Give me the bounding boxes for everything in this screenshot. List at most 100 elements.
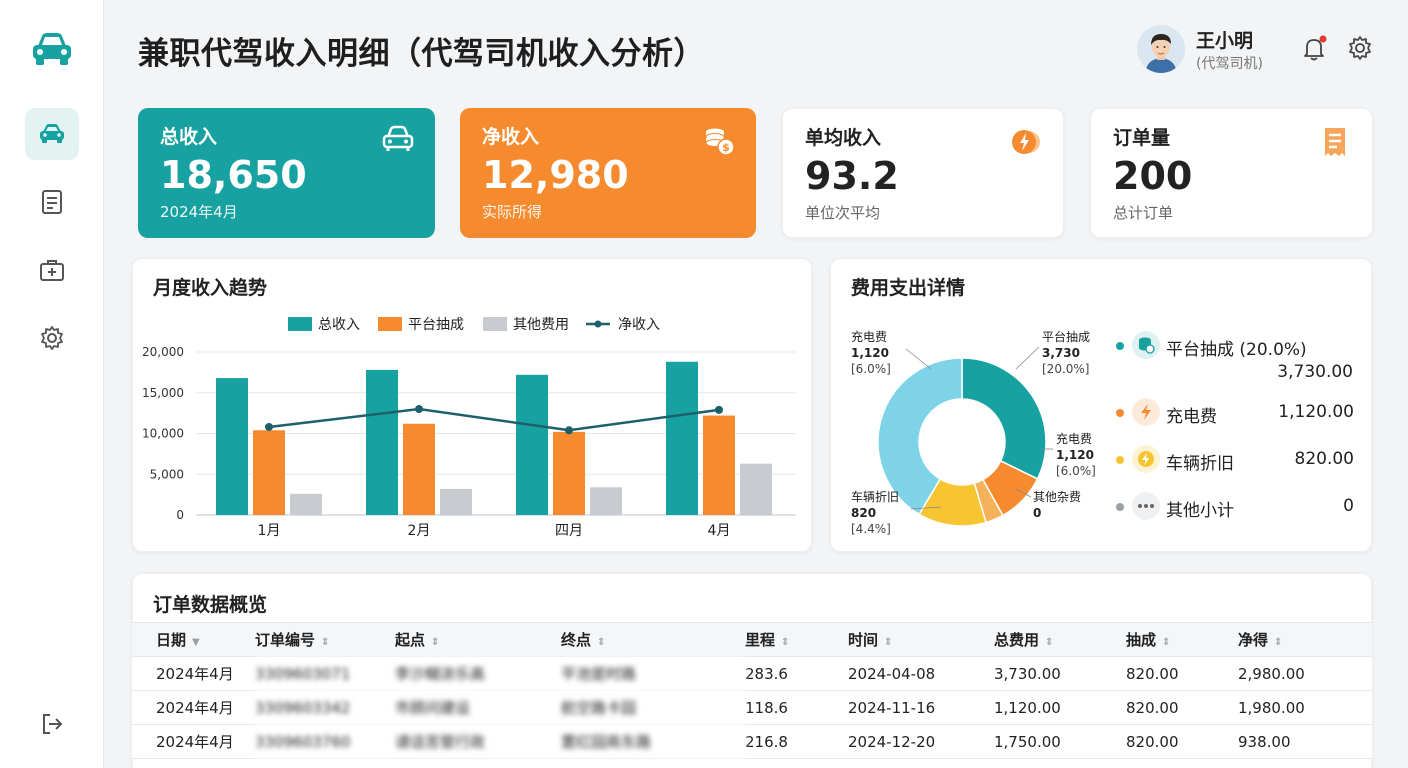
svg-text:$: $ <box>722 141 730 154</box>
sidebar-item-documents[interactable] <box>25 176 79 228</box>
stat-value: 93.2 <box>805 154 899 198</box>
orders-title: 订单数据概览 <box>153 594 268 616</box>
expense-value: 3,730.00 <box>1277 362 1353 382</box>
stat-value: 200 <box>1113 154 1193 198</box>
cell-time: 2024-11-16 <box>848 690 994 725</box>
bar-平台抽成[interactable] <box>553 431 585 515</box>
stat-value: 12,980 <box>482 153 629 197</box>
line-point[interactable] <box>265 422 273 431</box>
gear-icon <box>41 326 63 350</box>
cell-total: 3,730.00 <box>994 656 1126 691</box>
logout-button[interactable] <box>25 698 79 750</box>
expense-value: 0 <box>1343 496 1354 516</box>
column-header-net[interactable]: 净得 ⇕ <box>1238 622 1372 657</box>
database-coin-icon <box>1132 331 1160 359</box>
expense-item-depreciation[interactable]: 车辆折旧 820.00 <box>1114 444 1354 476</box>
cell-time: 2024-12-20 <box>848 724 994 759</box>
bar-其他费用[interactable] <box>590 487 622 515</box>
column-header-date[interactable]: 日期 ▼ <box>132 622 255 657</box>
legend-dot <box>1116 503 1124 511</box>
bar-总收入[interactable] <box>216 378 248 515</box>
avatar[interactable] <box>1137 25 1185 73</box>
line-point[interactable] <box>565 426 573 435</box>
bar-平台抽成[interactable] <box>253 430 285 515</box>
stat-card-avg-income[interactable]: 单均收入 93.2 单位次平均 <box>782 108 1064 238</box>
stat-card-net-income[interactable]: 净收入 12,980 实际所得 $ <box>460 108 756 238</box>
column-header-commission[interactable]: 抽成 ⇕ <box>1126 622 1238 657</box>
column-header-end[interactable]: 终点 ⇕ <box>561 622 745 657</box>
bar-其他费用[interactable] <box>740 463 772 515</box>
sidebar-item-kit[interactable] <box>25 244 79 296</box>
notification-bell-button[interactable] <box>1300 34 1328 62</box>
logout-icon <box>43 714 63 734</box>
expense-value: 1,120.00 <box>1278 402 1354 422</box>
cell-end: 航空路卡园 <box>561 690 745 725</box>
callout-line <box>1015 346 1040 370</box>
cell-order-id: 3309603342 <box>255 690 395 725</box>
cell-distance: 118.6 <box>745 690 848 725</box>
cell-total: 1,750.00 <box>994 724 1126 759</box>
cell-net: 1,980.00 <box>1238 690 1372 725</box>
more-dots-icon <box>1132 492 1160 520</box>
expense-label: 平台抽成 (20.0%) <box>1166 340 1307 360</box>
stat-title: 订单量 <box>1113 127 1171 149</box>
x-tick-label: 2月 <box>408 523 431 539</box>
cell-commission: 820.00 <box>1126 690 1238 725</box>
column-header-total[interactable]: 总费用 ⇕ <box>994 622 1126 657</box>
column-header-distance[interactable]: 里程 ⇕ <box>745 622 848 657</box>
page-title: 兼职代驾收入明细（代驾司机收入分析） <box>138 36 705 72</box>
cell-start: 市顾问建设 <box>395 690 561 725</box>
donut-slice-平台抽成[interactable] <box>961 357 1047 480</box>
expense-item-charging[interactable]: 充电费 1,120.00 <box>1114 397 1354 429</box>
document-icon <box>42 190 62 214</box>
lightning-coin-icon <box>1009 125 1043 159</box>
stat-value: 18,650 <box>160 153 307 197</box>
y-tick-label: 0 <box>176 508 184 522</box>
donut-label-pct: [6.0%] <box>1056 464 1096 478</box>
donut-label-name: 充电费 <box>1056 431 1092 446</box>
bar-平台抽成[interactable] <box>403 423 435 515</box>
cell-distance: 216.8 <box>745 724 848 759</box>
bar-其他费用[interactable] <box>440 488 472 515</box>
expense-item-platform[interactable]: 平台抽成 (20.0%) <box>1114 330 1354 362</box>
expense-label: 车辆折旧 <box>1166 454 1234 474</box>
y-tick-label: 20,000 <box>142 345 184 359</box>
line-point[interactable] <box>415 405 423 414</box>
sort-icon: ⇕ <box>1274 637 1283 648</box>
expense-item-other[interactable]: 其他小计 0 <box>1114 491 1354 523</box>
stat-card-total-income[interactable]: 总收入 18,650 2024年4月 <box>138 108 435 238</box>
bar-平台抽成[interactable] <box>703 415 735 515</box>
x-tick-label: 4月 <box>708 523 731 539</box>
column-header-time[interactable]: 时间 ⇕ <box>848 622 994 657</box>
line-point[interactable] <box>715 405 723 414</box>
bar-总收入[interactable] <box>516 374 548 515</box>
sidebar-item-settings[interactable] <box>25 312 79 364</box>
table-row[interactable]: 2024年4月 3309603342 市顾问建设 航空路卡园 118.6 202… <box>132 690 1372 725</box>
cell-time: 2024-04-08 <box>848 656 994 691</box>
trend-panel: 月度收入趋势 0 5,000 10,000 15,000 20,000 总收入 平台抽成 其他… <box>132 258 812 552</box>
bar-总收入[interactable] <box>666 361 698 515</box>
settings-button[interactable] <box>1347 35 1375 63</box>
column-header-start[interactable]: 起点 ⇕ <box>395 622 561 657</box>
donut-label-name: 充电费 <box>851 329 887 344</box>
table-row[interactable]: 2024年4月 3309603071 李沙糊涂乐高 平池是时路 283.6 20… <box>132 656 1372 691</box>
bar-其他费用[interactable] <box>290 493 322 515</box>
legend-swatch-dot <box>594 320 602 328</box>
user-role: (代驾司机) <box>1196 56 1263 72</box>
table-row[interactable]: 2024年4月 3309603760 请话苦管行政 置红园商东路 216.8 2… <box>132 724 1372 759</box>
column-header-order-id[interactable]: 订单编号 ⇕ <box>255 622 395 657</box>
cell-date: 2024年4月 <box>132 690 255 725</box>
cell-start: 请话苦管行政 <box>395 724 561 759</box>
donut-label-value: 3,730 <box>1042 346 1080 360</box>
stat-card-order-count[interactable]: 订单量 200 总计订单 <box>1090 108 1373 238</box>
y-tick-label: 15,000 <box>142 386 184 400</box>
cell-date: 2024年4月 <box>132 656 255 691</box>
bar-总收入[interactable] <box>366 369 398 515</box>
x-tick-label: 四月 <box>555 523 583 539</box>
sidebar-item-car[interactable] <box>25 108 79 160</box>
car-icon <box>40 124 64 143</box>
cell-commission: 820.00 <box>1126 724 1238 759</box>
legend-swatch <box>288 317 312 331</box>
sidebar <box>0 0 104 768</box>
stat-sub: 总计订单 <box>1113 204 1174 222</box>
